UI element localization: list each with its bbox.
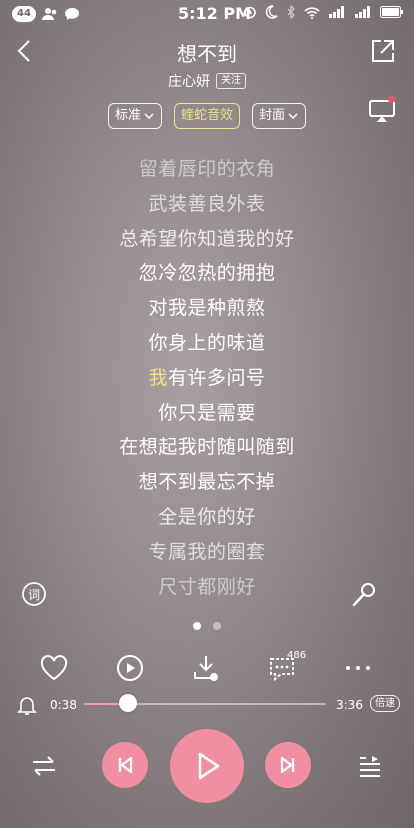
chat-bubble-icon	[64, 8, 79, 20]
quality-chip[interactable]: 标准	[107, 103, 162, 129]
page-indicator	[0, 622, 414, 630]
bluetooth-icon	[287, 5, 295, 19]
signal-icon	[355, 6, 370, 18]
cover-chip[interactable]: 封面	[252, 103, 307, 129]
status-right	[243, 5, 404, 19]
playlist-icon[interactable]	[356, 752, 384, 780]
lyric-line: 总希望你知道我的好	[119, 227, 295, 250]
current-lyric-highlight: 我	[148, 366, 168, 389]
sound-options: 标准 蝰蛇音效 封面	[0, 103, 414, 129]
total-time: 3:36	[336, 698, 363, 712]
current-lyric-line: 我有许多问号	[0, 361, 414, 396]
battery-icon	[380, 6, 403, 18]
lyric-line: 你身上的味道	[148, 331, 266, 354]
previous-icon	[118, 756, 133, 774]
page-dot[interactable]	[213, 622, 221, 630]
chevron-down-icon	[144, 113, 154, 120]
lyric-line: 全是你的好	[158, 505, 256, 528]
more-icon[interactable]	[342, 652, 374, 684]
user-icon	[41, 8, 57, 20]
play-button[interactable]	[170, 729, 244, 803]
lyric-line: 武装善良外表	[148, 192, 266, 215]
artist-name[interactable]: 庄心妍	[168, 71, 210, 91]
shuffle-icon[interactable]	[30, 752, 58, 780]
video-icon[interactable]	[114, 652, 146, 684]
sound-effect-label: 蝰蛇音效	[180, 108, 233, 123]
cast-notification-dot	[388, 96, 395, 103]
sound-effect-chip[interactable]: 蝰蛇音效	[173, 103, 240, 129]
lyric-line: 忽冷忽热的拥抱	[138, 262, 276, 285]
comment-count: 486	[287, 650, 307, 661]
status-bar: 44 5:12 PM	[0, 0, 414, 30]
lyric-line: 对我是种煎熬	[148, 297, 266, 320]
lyric-line: 留着唇印的衣角	[138, 158, 276, 180]
lyric-line: 在想起我时随叫随到	[119, 436, 295, 459]
wifi-icon	[304, 6, 320, 19]
signal-icon	[329, 6, 344, 18]
lyric-line: 想不到最忘不掉	[138, 471, 276, 494]
clock: 5:12 PM	[178, 4, 252, 23]
playback-speed-button[interactable]: 倍速	[370, 695, 400, 712]
next-button[interactable]	[265, 742, 311, 788]
previous-button[interactable]	[102, 742, 148, 788]
current-lyric-rest: 有许多问号	[168, 366, 266, 389]
heart-icon[interactable]	[38, 652, 70, 684]
page-dot-active[interactable]	[193, 622, 201, 630]
svg-text:词: 词	[28, 588, 40, 602]
play-icon	[198, 752, 220, 780]
follow-button[interactable]: 关注	[216, 73, 246, 89]
lyrics-word-icon[interactable]: 词	[20, 580, 48, 608]
microphone-icon[interactable]	[350, 580, 378, 608]
quality-label: 标准	[114, 108, 141, 123]
lyric-line: 你只是需要	[158, 401, 256, 424]
artist-row: 庄心妍 关注	[0, 71, 414, 91]
status-left: 44	[12, 6, 80, 22]
lyrics-panel[interactable]: 留着唇印的衣角 武装善良外表 总希望你知道我的好 忽冷忽热的拥抱 对我是种煎熬 …	[0, 152, 414, 604]
moon-icon	[265, 5, 278, 19]
lyric-line: 专属我的圈套	[148, 540, 266, 563]
download-icon[interactable]	[190, 652, 222, 684]
current-time: 0:38	[50, 698, 77, 712]
share-icon[interactable]	[370, 38, 396, 64]
alarm-icon	[244, 6, 256, 19]
cover-label: 封面	[259, 108, 286, 123]
notification-badge: 44	[12, 6, 36, 22]
bell-icon[interactable]	[16, 694, 38, 716]
chevron-down-icon	[288, 113, 298, 120]
progress-knob[interactable]	[118, 694, 137, 712]
next-icon	[280, 756, 295, 774]
song-title: 想不到	[177, 42, 237, 66]
